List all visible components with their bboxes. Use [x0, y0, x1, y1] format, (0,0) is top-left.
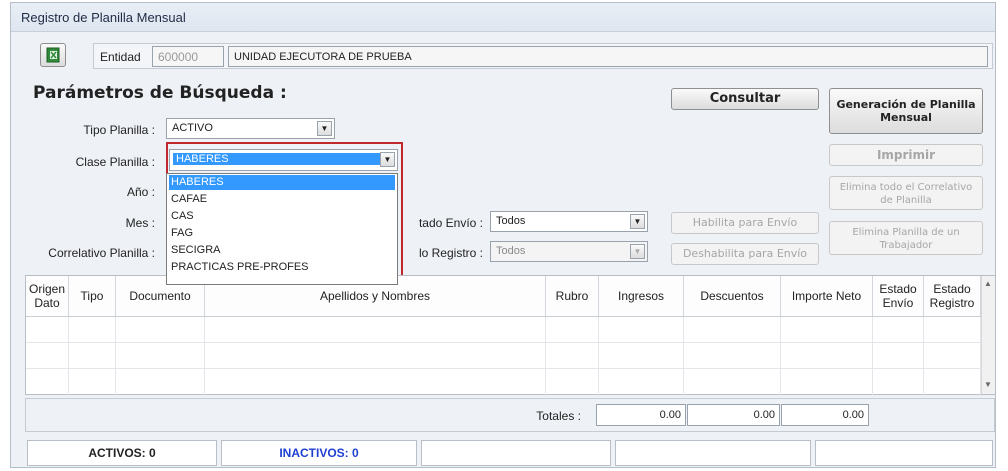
totals-label: Totales :	[536, 409, 581, 423]
inactivos-count: INACTIVOS: 0	[221, 440, 417, 466]
mes-label: Mes :	[125, 216, 155, 230]
grid-column	[26, 316, 69, 396]
column-header[interactable]: Rubro	[546, 276, 599, 316]
table-row	[26, 368, 981, 369]
chevron-down-icon[interactable]: ▼	[317, 121, 332, 136]
estado-envio-value: Todos	[496, 215, 526, 227]
export-excel-button[interactable]	[40, 43, 66, 67]
total-ingresos-field: 0.00	[596, 404, 686, 426]
chevron-down-icon[interactable]: ▼	[380, 152, 395, 167]
estado-registro-value: Todos	[496, 245, 526, 257]
dropdown-option[interactable]: HABERES	[169, 175, 395, 190]
excel-icon	[46, 47, 60, 63]
imprimir-button[interactable]: Imprimir	[829, 144, 983, 166]
entity-code-field: 600000	[152, 46, 224, 67]
column-header[interactable]: Importe Neto	[781, 276, 873, 316]
title-bar: Registro de Planilla Mensual	[11, 3, 995, 32]
anio-label: Año :	[126, 185, 155, 199]
grid-column	[116, 316, 205, 396]
estado-envio-label: tado Envío :	[418, 216, 483, 230]
status-cell-empty	[421, 440, 611, 466]
entity-label: Entidad	[100, 50, 141, 64]
tipo-planilla-value: ACTIVO	[172, 122, 213, 134]
search-heading: Parámetros de Búsqueda :	[33, 83, 287, 103]
deshabilita-envio-button[interactable]: Deshabilita para Envío	[671, 243, 819, 265]
scroll-up-icon[interactable]: ▲	[984, 279, 992, 288]
status-cell-empty	[815, 440, 993, 466]
dropdown-option[interactable]: PRACTICAS PRE-PROFES	[169, 260, 395, 275]
elimina-todo-button[interactable]: Elimina todo el Correlativo de Planilla	[829, 176, 983, 210]
grid-column	[684, 316, 781, 396]
grid-column	[924, 316, 981, 396]
grid-column	[546, 316, 599, 396]
vertical-scrollbar[interactable]: ▲ ▼	[981, 276, 995, 394]
table-row	[26, 342, 981, 343]
estado-envio-select[interactable]: Todos ▼	[490, 211, 648, 232]
chevron-down-icon[interactable]: ▼	[630, 244, 645, 259]
dropdown-option[interactable]: FAG	[169, 226, 395, 241]
generacion-planilla-button[interactable]: Generación de Planilla Mensual	[829, 88, 983, 134]
entity-name-field: UNIDAD EJECUTORA DE PRUEBA	[228, 46, 988, 67]
dropdown-option[interactable]: CAFAE	[169, 192, 395, 207]
table-row	[26, 316, 981, 317]
status-cell-empty	[615, 440, 811, 466]
clase-planilla-dropdown-list[interactable]: HABERES CAFAE CAS FAG SECIGRA PRACTICAS …	[166, 173, 398, 285]
column-header[interactable]: Ingresos	[599, 276, 684, 316]
correlativo-label: Correlativo Planilla :	[48, 246, 155, 260]
dropdown-option[interactable]: SECIGRA	[169, 243, 395, 258]
total-descuentos-field: 0.00	[687, 404, 780, 426]
total-importe-neto-field: 0.00	[781, 404, 869, 426]
results-table[interactable]: Origen Dato Tipo Documento Apellidos y N…	[25, 275, 995, 396]
chevron-down-icon[interactable]: ▼	[630, 214, 645, 229]
grid-column	[873, 316, 924, 396]
clase-planilla-label: Clase Planilla :	[75, 155, 155, 169]
clase-planilla-select[interactable]: HABERES ▼	[169, 149, 398, 171]
elimina-trabajador-button[interactable]: Elimina Planilla de un Trabajador	[829, 221, 983, 255]
window-title: Registro de Planilla Mensual	[21, 10, 186, 25]
column-header[interactable]: Descuentos	[684, 276, 781, 316]
clase-planilla-value: HABERES	[173, 153, 384, 165]
column-header[interactable]: Origen Dato	[26, 276, 69, 316]
column-header[interactable]: Tipo	[69, 276, 116, 316]
habilita-envio-button[interactable]: Habilita para Envío	[671, 212, 819, 234]
grid-column	[69, 316, 116, 396]
consultar-button[interactable]: Consultar	[671, 88, 819, 110]
entity-group: Entidad 600000 UNIDAD EJECUTORA DE PRUEB…	[93, 43, 993, 69]
estado-registro-label: lo Registro :	[418, 246, 483, 260]
grid-column	[781, 316, 873, 396]
tipo-planilla-label: Tipo Planilla :	[83, 123, 155, 137]
grid-column	[205, 316, 546, 396]
column-header[interactable]: Estado Envío	[873, 276, 924, 316]
column-header[interactable]: Estado Registro	[924, 276, 981, 316]
dropdown-option[interactable]: CAS	[169, 209, 395, 224]
estado-registro-select[interactable]: Todos ▼	[490, 241, 648, 262]
activos-count: ACTIVOS: 0	[27, 440, 217, 466]
grid-column	[599, 316, 684, 396]
main-window: Registro de Planilla Mensual Entidad 600…	[10, 2, 996, 468]
scroll-down-icon[interactable]: ▼	[984, 380, 992, 389]
tipo-planilla-select[interactable]: ACTIVO ▼	[166, 118, 335, 139]
